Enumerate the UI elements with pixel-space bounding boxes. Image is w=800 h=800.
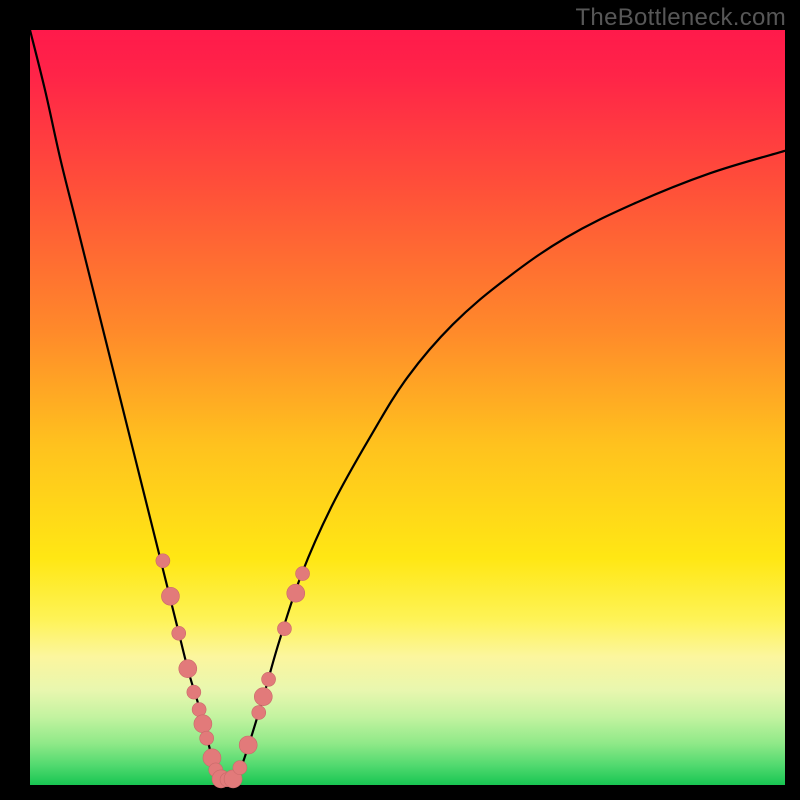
curve-right-branch [235,151,785,780]
data-marker [252,706,266,720]
data-marker [277,622,291,636]
data-marker [296,567,310,581]
data-marker [200,731,214,745]
data-marker [254,688,272,706]
data-marker [172,626,186,640]
data-marker [156,554,170,568]
data-marker [262,672,276,686]
data-marker [194,715,212,733]
chart-frame: TheBottleneck.com [0,0,800,800]
data-marker [287,584,305,602]
watermark-label: TheBottleneck.com [575,4,786,32]
data-marker [233,761,247,775]
data-marker [179,660,197,678]
data-marker [239,736,257,754]
data-marker [187,685,201,699]
data-marker [192,703,206,717]
data-marker [161,587,179,605]
curve-overlay [30,30,785,785]
